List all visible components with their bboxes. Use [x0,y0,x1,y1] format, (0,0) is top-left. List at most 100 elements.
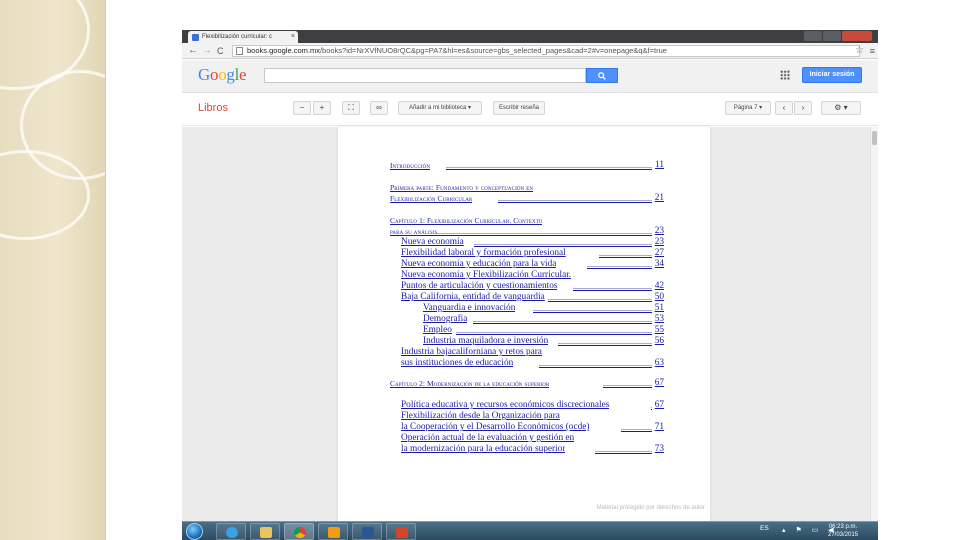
toc-entry-title[interactable]: Empleo [423,325,452,336]
toc-entry-title[interactable]: Flexibilización Curricular [390,193,472,204]
write-review-button[interactable]: Escribir reseña [493,101,545,115]
scrollbar-thumb[interactable] [872,131,877,145]
toc-entry-title[interactable]: sus instituciones de educación [401,358,513,369]
toc-entry-title[interactable]: Capítulo 2: Modernización de la educació… [390,378,549,389]
toc-entry-title[interactable]: Primera parte: Fundamento y conceptuació… [390,182,533,193]
page-icon [236,47,243,55]
url-field[interactable]: books.google.com.mx/books?id=NrXVfNUO8rQ… [232,45,860,57]
taskbar-media-button[interactable] [318,523,348,540]
toc-leader-dots: ........................................… [474,238,652,247]
toc-entry-title[interactable]: Introducción [390,160,430,171]
taskbar-ie-button[interactable] [216,523,246,540]
page-selector[interactable]: Página 7 ▾ [725,101,771,115]
link-button[interactable]: ∞ [370,101,388,115]
toc-entry-title[interactable]: Política educativa y recursos económicos… [401,400,609,411]
maximize-button[interactable] [823,31,841,41]
toc-leader-dots: ........................................… [573,282,652,291]
scrollbar[interactable] [870,127,878,521]
bookmark-star-icon[interactable]: ☆ [855,45,864,57]
tab-close-icon[interactable]: × [291,31,295,43]
toc-page-number[interactable]: 56 [644,336,664,347]
toc-entry-title[interactable]: Nueva economía y educación para la vida [401,259,556,270]
toc-page-number[interactable]: 63 [644,358,664,369]
toc-page-number[interactable]: 23 [644,226,664,237]
close-window-button[interactable] [842,31,872,41]
clock[interactable]: 06:23 p.m. 27/03/2015 [828,523,858,539]
toc-leader-dots: ........................................… [436,227,652,236]
toc-entry-title[interactable]: Puntos de articulación y cuestionamiento… [401,281,557,292]
toc-page-number[interactable]: 55 [644,325,664,336]
taskbar-powerpoint-button[interactable] [386,523,416,540]
browser-menu-icon[interactable]: ≡ [870,45,875,57]
reload-icon[interactable]: C [217,44,224,58]
search-button[interactable] [586,68,618,83]
toc-page-number[interactable]: 53 [644,314,664,325]
back-arrow-icon[interactable]: ← [188,44,198,58]
chevron-left-icon: ‹ [782,103,786,112]
toc-entry-title[interactable]: Capítulo 1: Flexibilización Curricular. … [390,215,542,226]
tab-strip: Flexibilización curricular: c × [182,30,878,43]
fullscreen-button[interactable]: ⛶ [342,101,360,115]
toc-entry-title[interactable]: Industria bajacaliforniana y retos para [401,347,542,358]
language-indicator[interactable]: ES [760,525,769,532]
next-page-button[interactable]: › [794,101,812,115]
taskbar-explorer-button[interactable] [250,523,280,540]
toc-entry-title[interactable]: Operación actual de la evaluación y gest… [401,433,574,444]
toc-entry-title[interactable]: para su análisis [390,226,437,237]
toc-entry-title[interactable]: Baja California, entidad de vanguardia [401,292,545,303]
taskbar-chrome-button[interactable] [284,523,314,540]
zoom-out-icon: − [299,103,305,112]
toc-page-number[interactable]: 27 [644,248,664,259]
toc-leader-dots: ........................................… [558,337,652,346]
apps-grid-icon[interactable] [780,70,790,80]
toc-page-number[interactable]: 11 [644,160,664,171]
sign-in-button[interactable]: Iniciar sesión [802,67,862,83]
toc-page-number[interactable]: 67 [644,400,664,411]
minimize-button[interactable] [804,31,822,41]
powerpoint-icon [396,527,408,538]
toc-entry-title[interactable]: Demografía [423,314,467,325]
toc-entry-title[interactable]: Industria maquiladora e inversión [423,336,548,347]
book-viewer[interactable]: Introducción............................… [182,127,878,521]
zoom-out-button[interactable]: − [293,101,311,115]
toc-entry-title[interactable]: la modernización para la educación super… [401,444,565,455]
toc-page-number[interactable]: 51 [644,303,664,314]
browser-tab[interactable]: Flexibilización curricular: c × [188,31,298,43]
zoom-in-icon: + [319,103,325,112]
zoom-in-button[interactable]: + [313,101,331,115]
magnifier-icon [598,72,606,80]
toc-page-number[interactable]: 34 [644,259,664,270]
toc-page-number[interactable]: 23 [644,237,664,248]
toc-page-number[interactable]: 42 [644,281,664,292]
add-to-library-button[interactable]: Añadir a mi biblioteca ▾ [398,101,482,115]
settings-button[interactable]: ⚙ ▾ [821,101,861,115]
start-button[interactable] [186,523,203,540]
taskbar-word-button[interactable] [352,523,382,540]
section-title-libros[interactable]: Libros [198,102,228,114]
toc-leader-dots: ........................................… [533,304,652,313]
toc-entry-title[interactable]: la Cooperación y el Desarrollo Económico… [401,422,589,433]
clock-time: 06:23 p.m. [828,524,858,530]
toc-entry-title[interactable]: Flexibilidad laboral y formación profesi… [401,248,566,259]
toc-page-number[interactable]: 50 [644,292,664,303]
previous-page-button[interactable]: ‹ [775,101,793,115]
toc-page-number[interactable]: 71 [644,422,664,433]
google-logo[interactable]: Google [198,65,247,85]
word-icon [362,527,374,538]
google-books-favicon-icon [192,34,199,41]
toc-page-number[interactable]: 73 [644,444,664,455]
link-icon: ∞ [376,103,382,112]
forward-arrow-icon[interactable]: → [202,44,212,58]
search-input[interactable] [264,68,586,83]
toc-entry-title[interactable]: Nueva economía y Flexibilización Curricu… [401,270,571,281]
tab-title: Flexibilización curricular: c [202,34,273,40]
toc-page-number[interactable]: 21 [644,193,664,204]
copyright-notice: Material protegido por derechos de autor [596,505,705,511]
decorative-sidebar [0,0,106,540]
toc-page-number[interactable]: 67 [644,378,664,389]
chevron-right-icon: › [801,103,805,112]
toc-entry-title[interactable]: Nueva economía [401,237,464,248]
toc-entry-title[interactable]: Vanguardia e innovación [423,303,515,314]
toc-leader-dots: ........................................… [587,260,652,269]
toc-entry-title[interactable]: Flexibilización desde la Organización pa… [401,411,560,422]
